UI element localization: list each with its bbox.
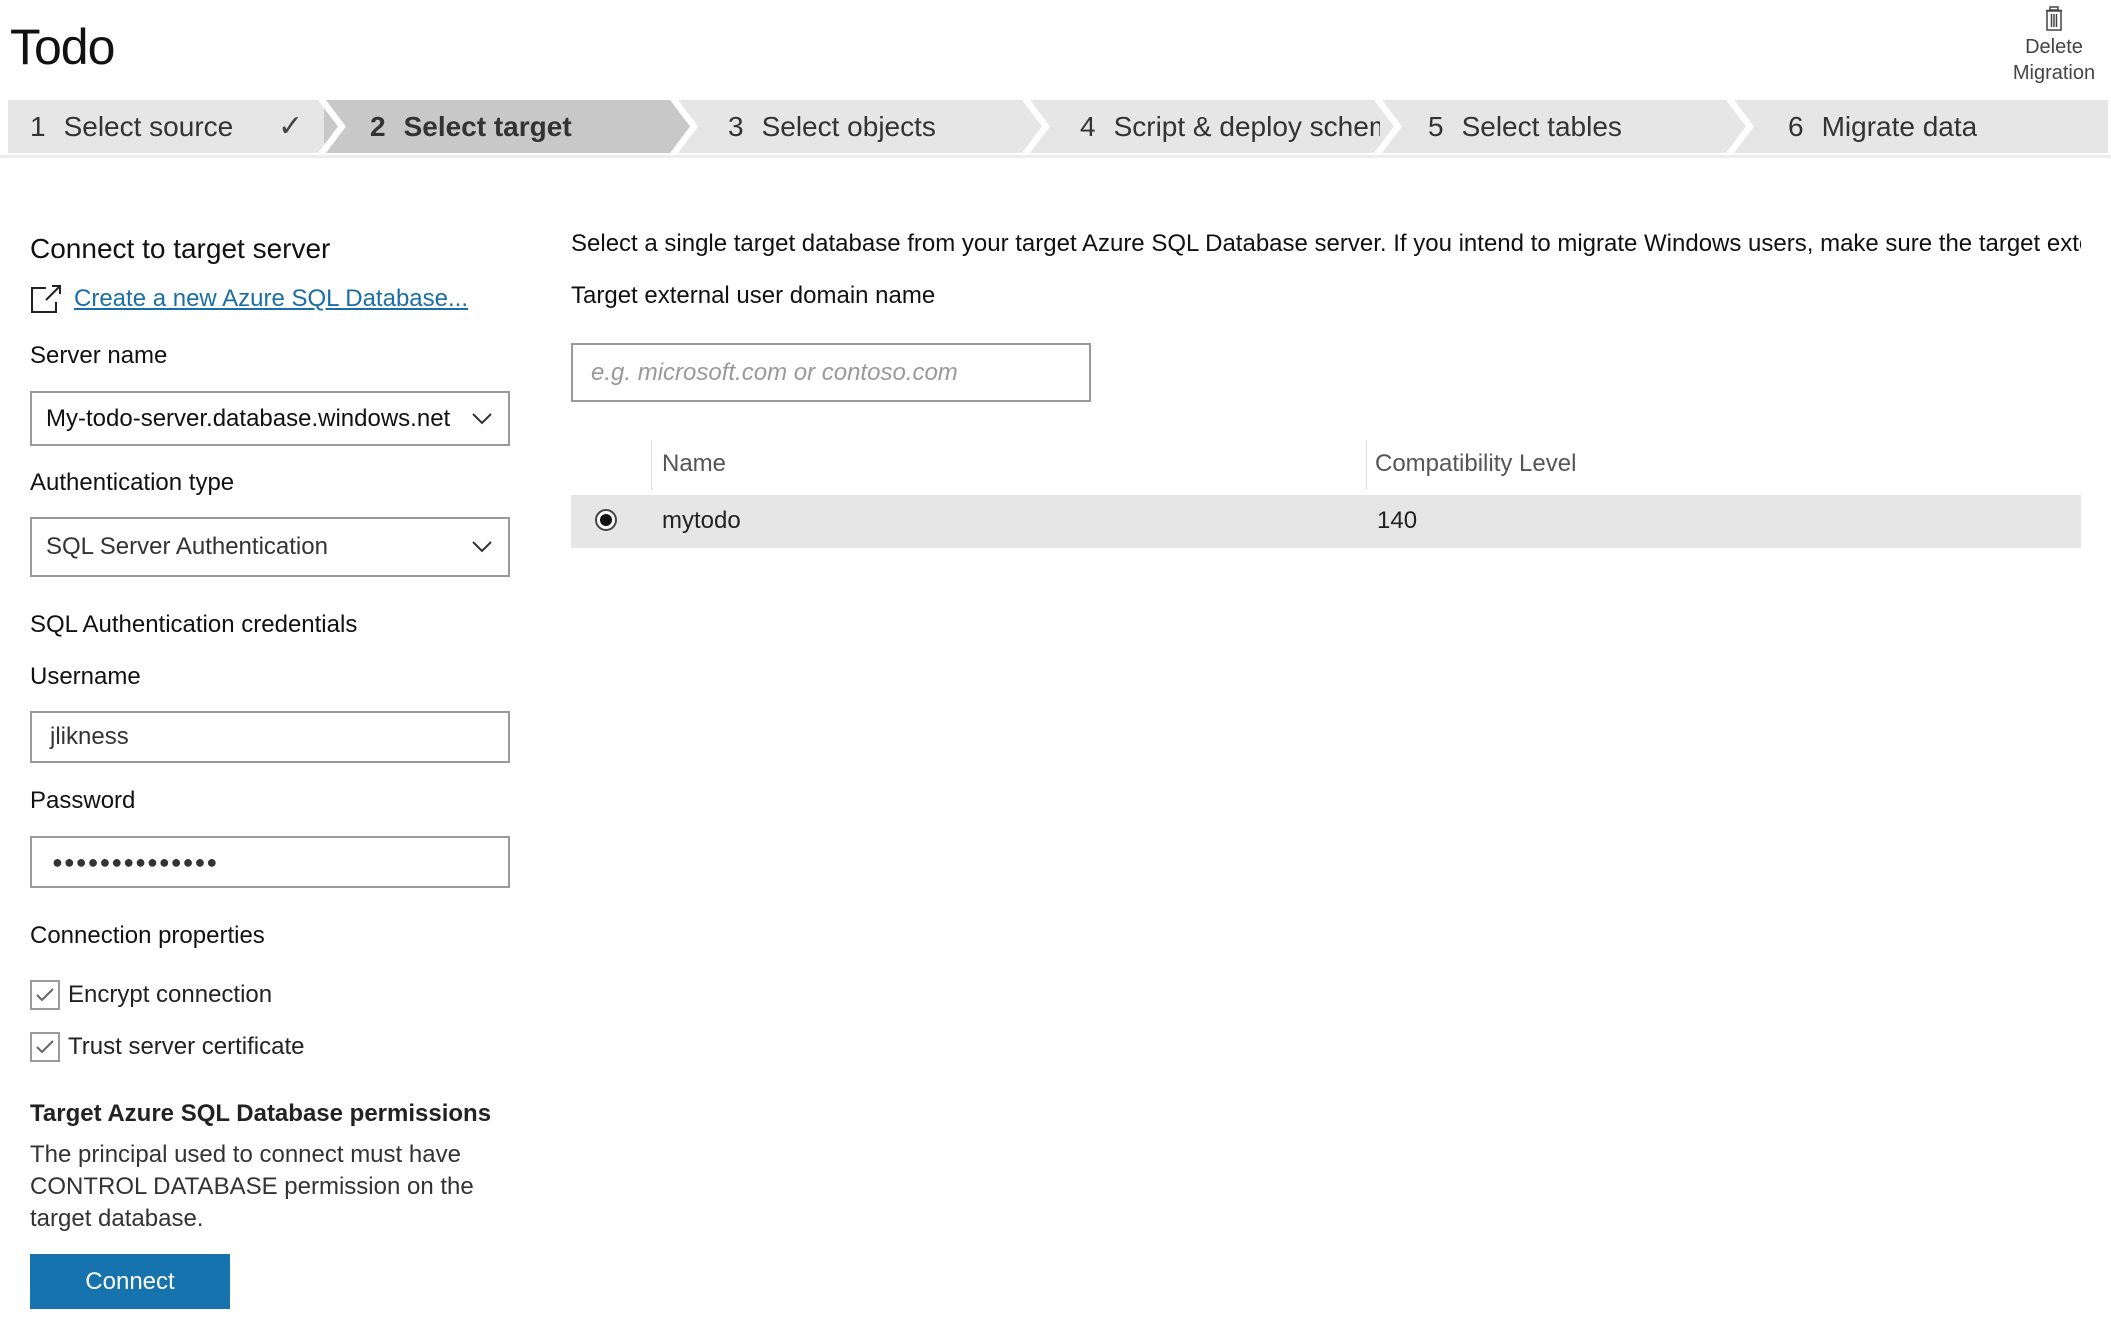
connect-heading: Connect to target server bbox=[30, 233, 331, 264]
domain-name-label: Target external user domain name bbox=[571, 282, 936, 309]
trust-certificate-option[interactable]: Trust server certificate bbox=[30, 1032, 305, 1062]
domain-name-placeholder: e.g. microsoft.com or contoso.com bbox=[591, 358, 958, 386]
delete-label-line2: Migration bbox=[2012, 62, 2096, 84]
encrypt-connection-option[interactable]: Encrypt connection bbox=[30, 980, 272, 1010]
server-name-value: My-todo-server.database.windows.net bbox=[46, 404, 451, 432]
password-value: ●●●●●●●●●●●●●● bbox=[52, 851, 219, 872]
step-label: Script & deploy schem bbox=[1113, 110, 1380, 142]
database-table-header: Name Compatibility Level bbox=[571, 440, 2081, 492]
delete-label-line1: Delete bbox=[2025, 36, 2083, 58]
step-script-deploy-schema[interactable]: 4 Script & deploy schem bbox=[1028, 100, 1380, 153]
permissions-text: The principal used to connect must have … bbox=[30, 1141, 474, 1232]
password-input[interactable]: ●●●●●●●●●●●●●● bbox=[30, 836, 510, 888]
connection-properties-heading: Connection properties bbox=[30, 922, 265, 949]
checkmark-icon bbox=[36, 988, 54, 1002]
connect-button[interactable]: Connect bbox=[30, 1254, 230, 1309]
step-separator bbox=[1022, 100, 1050, 153]
permissions-heading: Target Azure SQL Database permissions bbox=[30, 1100, 492, 1127]
step-migrate-data[interactable]: 6 Migrate data bbox=[1732, 100, 2108, 153]
step-label: Migrate data bbox=[1821, 110, 1978, 142]
trust-certificate-checkbox[interactable] bbox=[30, 1032, 60, 1062]
step-separator bbox=[1374, 100, 1402, 153]
radio-selected-dot bbox=[600, 514, 612, 526]
delete-migration-button[interactable]: Delete Migration bbox=[2009, 6, 2099, 86]
domain-name-input[interactable]: e.g. microsoft.com or contoso.com bbox=[571, 343, 1091, 402]
step-number: 6 bbox=[1788, 110, 1804, 142]
create-database-link-row[interactable]: Create a new Azure SQL Database... bbox=[30, 284, 468, 314]
instruction-text: Select a single target database from you… bbox=[571, 230, 2081, 257]
auth-type-value: SQL Server Authentication bbox=[46, 533, 328, 560]
step-number: 3 bbox=[728, 110, 744, 142]
username-input[interactable]: jlikness bbox=[30, 711, 510, 763]
step-label: Select source bbox=[63, 110, 234, 142]
auth-type-select[interactable]: SQL Server Authentication bbox=[30, 517, 510, 577]
checkmark-icon bbox=[36, 1040, 54, 1054]
column-divider bbox=[651, 440, 652, 490]
chevron-down-icon bbox=[472, 541, 492, 553]
create-database-link[interactable]: Create a new Azure SQL Database... bbox=[74, 285, 468, 313]
step-number: 4 bbox=[1080, 110, 1096, 142]
column-divider bbox=[1366, 440, 1367, 490]
password-label: Password bbox=[30, 787, 136, 814]
username-label: Username bbox=[30, 663, 141, 690]
step-select-source[interactable]: 1 Select source ✓ bbox=[8, 100, 324, 153]
app-title: Todo bbox=[10, 19, 115, 75]
external-link-icon bbox=[31, 285, 61, 313]
auth-type-label: Authentication type bbox=[30, 469, 235, 496]
stepper-divider bbox=[0, 155, 2111, 158]
chevron-down-icon bbox=[472, 412, 492, 424]
step-separator bbox=[318, 100, 348, 153]
step-number: 1 bbox=[30, 110, 46, 142]
cell-database-name: mytodo bbox=[662, 507, 741, 534]
column-header-name[interactable]: Name bbox=[662, 450, 726, 478]
step-number: 5 bbox=[1428, 110, 1444, 142]
step-separator bbox=[670, 100, 698, 153]
server-name-label: Server name bbox=[30, 342, 168, 369]
credentials-heading: SQL Authentication credentials bbox=[30, 611, 358, 638]
checkmark-icon: ✓ bbox=[278, 110, 304, 143]
step-select-objects[interactable]: 3 Select objects bbox=[676, 100, 1028, 153]
wizard-stepper: 1 Select source ✓ 2 Select target 3 Sele… bbox=[8, 100, 2108, 153]
trust-certificate-label: Trust server certificate bbox=[68, 1033, 305, 1060]
step-separator bbox=[1726, 100, 1754, 153]
step-label: Select objects bbox=[761, 110, 936, 142]
step-select-target[interactable]: 2 Select target bbox=[324, 100, 676, 153]
table-row[interactable]: mytodo 140 bbox=[571, 495, 2081, 548]
step-label: Select tables bbox=[1461, 110, 1622, 142]
cell-compatibility-level: 140 bbox=[1377, 507, 1418, 534]
step-number: 2 bbox=[370, 110, 386, 142]
username-value: jlikness bbox=[50, 723, 129, 750]
step-select-tables[interactable]: 5 Select tables bbox=[1380, 100, 1732, 153]
encrypt-connection-checkbox[interactable] bbox=[30, 980, 60, 1010]
step-label: Select target bbox=[403, 110, 572, 142]
column-header-compatibility[interactable]: Compatibility Level bbox=[1375, 450, 1576, 478]
trash-icon bbox=[2046, 6, 2062, 31]
server-name-select[interactable]: My-todo-server.database.windows.net bbox=[30, 391, 510, 446]
row-radio-button[interactable] bbox=[595, 509, 617, 531]
encrypt-connection-label: Encrypt connection bbox=[68, 981, 273, 1008]
